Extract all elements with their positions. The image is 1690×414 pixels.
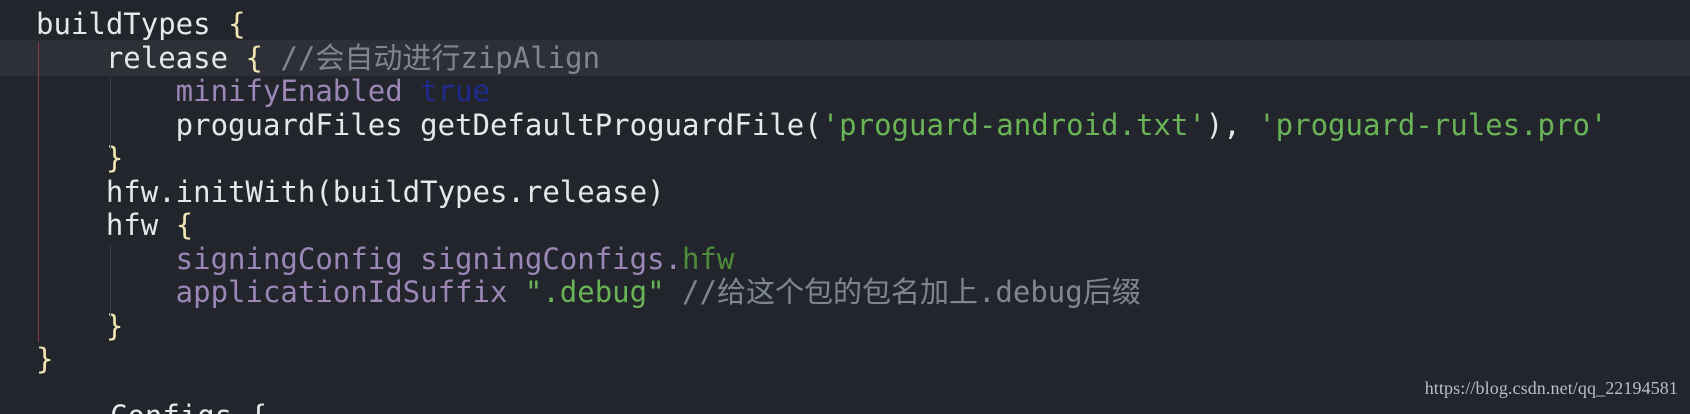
code-token: { <box>245 40 263 75</box>
code-line[interactable]: hfw.initWith(buildTypes.release) <box>0 174 1690 210</box>
code-line[interactable]: hfw { <box>0 207 1690 243</box>
code-token: } <box>105 141 124 175</box>
code-token: hfw.initWith(buildTypes.release) <box>36 174 665 209</box>
code-line[interactable]: release { //会自动进行zipAlign <box>0 39 1690 76</box>
code-line-cutoff: Configs { <box>110 398 267 414</box>
indent-guide-hfw-body <box>110 246 111 318</box>
code-token: buildTypes <box>36 7 229 41</box>
code-token: proguardFiles getDefaultProguardFile( <box>36 107 822 142</box>
code-token: //给这个包的包名加上.debug后缀 <box>664 275 1141 309</box>
code-token: hfw <box>682 241 735 276</box>
code-token: 'proguard-android.txt' <box>821 107 1206 142</box>
code-token: release <box>36 40 246 75</box>
code-line[interactable]: proguardFiles getDefaultProguardFile('pr… <box>0 107 1690 143</box>
code-line[interactable]: buildTypes { <box>0 6 1690 42</box>
code-token: minifyEnabled <box>36 74 403 108</box>
code-line[interactable]: minifyEnabled true <box>0 73 1690 109</box>
code-line[interactable]: } <box>0 308 1690 344</box>
code-token: signingConfig signingConfigs. <box>36 241 683 276</box>
code-token: //会自动进行zipAlign <box>262 40 601 75</box>
code-token: } <box>36 342 54 376</box>
code-token: { <box>228 7 246 41</box>
code-line[interactable]: } <box>0 341 1690 377</box>
code-token: { <box>175 208 194 242</box>
code-line[interactable]: applicationIdSuffix ".debug" //给这个包的包名加上… <box>0 274 1690 310</box>
code-editor[interactable]: buildTypes { release { //会自动进行zipAlign m… <box>0 0 1690 414</box>
code-token: ), <box>1205 107 1259 142</box>
code-token: } <box>105 308 124 343</box>
code-line[interactable]: } <box>0 140 1690 176</box>
code-token: 'proguard-rules.pro' <box>1258 107 1608 142</box>
code-token: ".debug" <box>524 275 665 309</box>
indent-guide-release-body <box>110 78 111 150</box>
indent-guide-outer <box>38 42 39 342</box>
code-line[interactable]: signingConfig signingConfigs.hfw <box>0 241 1690 277</box>
code-token: hfw <box>36 208 176 242</box>
watermark-url: https://blog.csdn.net/qq_22194581 <box>1424 378 1678 398</box>
code-token: true <box>420 74 490 108</box>
